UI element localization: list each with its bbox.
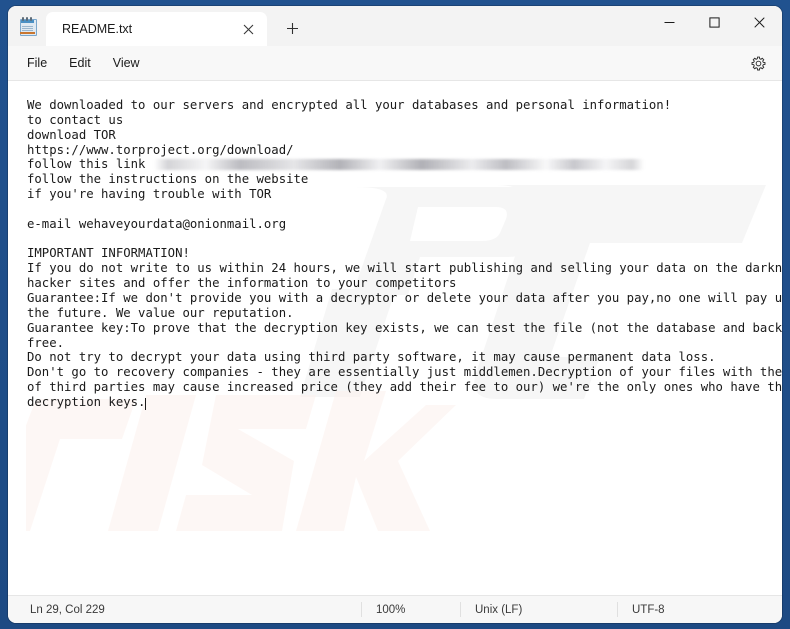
menu-bar: File Edit View [8, 46, 782, 81]
menu-item-edit[interactable]: Edit [58, 51, 102, 75]
status-encoding[interactable]: UTF-8 [617, 602, 782, 617]
note-line-2: to contact us [27, 112, 124, 127]
note-line-5-prefix: follow this link [27, 157, 153, 172]
note-para-2-line-2: the future. We value our reputation. [27, 305, 294, 320]
note-para-1-line-2: hacker sites and offer the information t… [27, 276, 457, 291]
menu-item-file[interactable]: File [16, 51, 58, 75]
window-caption-buttons [647, 6, 782, 38]
status-zoom-level[interactable]: 100% [361, 602, 460, 617]
tab-title: README.txt [62, 22, 133, 36]
text-caret [145, 397, 147, 410]
minimize-icon[interactable] [647, 6, 692, 38]
gear-icon[interactable] [745, 50, 771, 76]
redacted-link [153, 159, 644, 171]
note-para-2-line-1: Guarantee:If we don't provide you with a… [27, 290, 782, 305]
status-bar: Ln 29, Col 229 100% Unix (LF) UTF-8 [8, 595, 782, 623]
status-line-ending[interactable]: Unix (LF) [460, 602, 617, 617]
note-para-3-line-2: free. [27, 335, 65, 350]
close-icon[interactable] [737, 6, 782, 38]
note-line-6: follow the instructions on the website [27, 172, 309, 187]
title-bar: README.txt [8, 6, 782, 46]
new-tab-icon[interactable] [277, 13, 307, 43]
note-line-3: download TOR [27, 127, 116, 142]
status-cursor-position: Ln 29, Col 229 [30, 603, 105, 616]
close-tab-icon[interactable] [235, 17, 261, 41]
notepad-window: README.txt File Edit View We downloaded … [8, 6, 782, 623]
menu-item-view[interactable]: View [102, 51, 151, 75]
note-para-3-line-1: Guarantee key:To prove that the decrypti… [27, 320, 782, 335]
note-para-5-line-1: Don't go to recovery companies - they ar… [27, 365, 782, 380]
note-line-4: https://www.torproject.org/download/ [27, 142, 294, 157]
note-line-7: if you're having trouble with TOR [27, 187, 272, 202]
note-line-9-heading: IMPORTANT INFORMATION! [27, 246, 190, 261]
note-line-1: We downloaded to our servers and encrypt… [27, 98, 672, 112]
maximize-icon[interactable] [692, 6, 737, 38]
notepad-icon [20, 17, 37, 36]
note-text[interactable]: We downloaded to our servers and encrypt… [8, 81, 782, 410]
note-para-5-line-2: of third parties may cause increased pri… [27, 380, 782, 395]
note-line-8-email: e-mail wehaveyourdata@onionmail.org [27, 216, 287, 231]
text-editor-area[interactable]: We downloaded to our servers and encrypt… [8, 81, 782, 595]
note-para-4: Do not try to decrypt your data using th… [27, 350, 716, 365]
note-para-1-line-1: If you do not write to us within 24 hour… [27, 261, 782, 276]
tab-readme[interactable]: README.txt [46, 12, 267, 46]
note-para-5-line-3: decryption keys. [27, 394, 146, 409]
